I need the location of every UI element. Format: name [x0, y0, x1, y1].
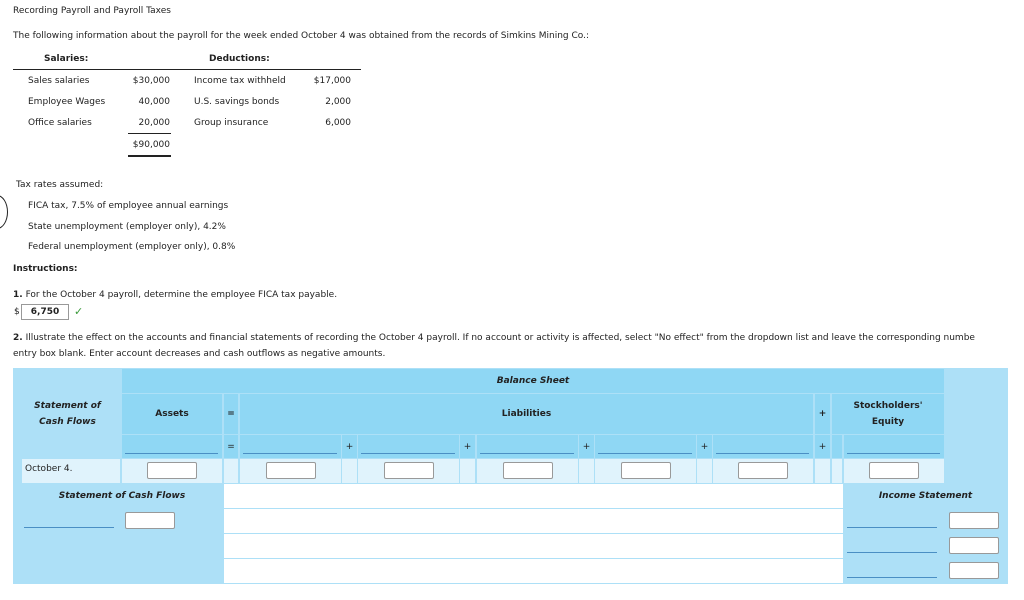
plus-sign: +: [342, 435, 357, 458]
plus-sign: +: [815, 394, 830, 434]
liability-account-dropdown[interactable]: [598, 453, 692, 454]
row-cell: [815, 459, 830, 483]
q2-text: Illustrate the effect on the accounts an…: [25, 333, 975, 343]
deduction-amount: 2,000: [325, 97, 351, 107]
row-label: October 4.: [22, 459, 120, 483]
plus-sign: +: [460, 435, 475, 458]
q2-text-line2: entry box blank. Enter account decreases…: [13, 349, 386, 359]
plus-sign: +: [697, 435, 712, 458]
liability-amount-input[interactable]: [620, 462, 671, 479]
salary-amount: $30,000: [132, 76, 170, 86]
plus-sign: +: [579, 435, 594, 458]
row-cell: [579, 459, 594, 483]
total-rule: [128, 155, 171, 157]
deduction-label: Group insurance: [194, 118, 269, 128]
is-account-dropdown[interactable]: [847, 577, 937, 578]
liability-account-dropdown[interactable]: [361, 453, 455, 454]
salary-label: Employee Wages: [28, 97, 106, 107]
header-rule: [13, 69, 361, 70]
row-cell: [224, 459, 238, 483]
plus-sign: +: [815, 435, 830, 458]
liability-amount-input[interactable]: [502, 462, 553, 479]
row-divider: [224, 508, 843, 509]
tax-rate: State unemployment (employer only), 4.2%: [28, 222, 226, 232]
salary-total: $90,000: [132, 140, 170, 150]
is-amount-input[interactable]: [949, 537, 999, 554]
q2-number: 2.: [13, 333, 23, 343]
column-header-cell: [477, 435, 578, 458]
salary-amount: 20,000: [138, 118, 171, 128]
salary-amount: 40,000: [138, 97, 171, 107]
column-header-cell: [358, 435, 459, 458]
row-divider: [224, 558, 843, 559]
is-account-dropdown[interactable]: [847, 552, 937, 553]
liability-amount-input[interactable]: [265, 462, 316, 479]
row-cell: [342, 459, 357, 483]
column-header-cell: [595, 435, 696, 458]
column-header-cell: [713, 435, 813, 458]
is-account-dropdown[interactable]: [847, 527, 937, 528]
scf-column-header: Statement of Cash Flows: [34, 400, 101, 427]
liability-amount-input[interactable]: [383, 462, 434, 479]
question-1: 1. For the October 4 payroll, determine …: [13, 290, 337, 300]
row-cell: [832, 459, 842, 483]
circle-mark: [0, 195, 8, 229]
q1-number: 1.: [13, 290, 23, 300]
intro-text: The following information about the payr…: [13, 31, 590, 41]
deduction-label: U.S. savings bonds: [194, 97, 280, 107]
check-icon: ✓: [74, 305, 84, 318]
equals-sign: =: [224, 435, 238, 458]
salary-label: Office salaries: [28, 118, 92, 128]
row-divider: [224, 533, 843, 534]
column-header-cell: [240, 435, 341, 458]
salary-label: Sales salaries: [28, 76, 90, 86]
currency-sign: $: [14, 307, 20, 317]
equals-sign: =: [224, 394, 238, 434]
deduction-amount: 6,000: [325, 118, 351, 128]
instructions-header: Instructions:: [13, 264, 78, 274]
equity-account-dropdown[interactable]: [847, 453, 940, 454]
column-header-cell: [844, 435, 944, 458]
scf-section-header: Statement of Cash Flows: [58, 491, 186, 501]
scf-amount-input[interactable]: [125, 512, 175, 529]
tax-rate: FICA tax, 7.5% of employee annual earnin…: [28, 201, 229, 211]
question-2: 2. Illustrate the effect on the accounts…: [13, 333, 975, 343]
liabilities-header: Liabilities: [240, 394, 813, 434]
subtotal-rule: [128, 133, 171, 134]
scf-activity-dropdown[interactable]: [24, 527, 114, 528]
column-header-cell: [832, 435, 842, 458]
is-amount-input[interactable]: [949, 512, 999, 529]
column-header-cell: [122, 435, 222, 458]
assets-header: Assets: [122, 394, 222, 434]
equity-header: Stockholders' Equity: [832, 394, 944, 434]
deduction-amount: $17,000: [313, 76, 351, 86]
liability-account-dropdown[interactable]: [716, 453, 809, 454]
liability-account-dropdown[interactable]: [243, 453, 337, 454]
deductions-header: Deductions:: [209, 54, 270, 64]
q1-text: For the October 4 payroll, determine the…: [25, 290, 338, 300]
assets-account-dropdown[interactable]: [125, 453, 218, 454]
tax-rates-header: Tax rates assumed:: [16, 180, 104, 190]
is-amount-input[interactable]: [949, 562, 999, 579]
assets-amount-input[interactable]: [147, 462, 197, 479]
salaries-header: Salaries:: [44, 54, 89, 64]
balance-sheet-header: Balance Sheet: [122, 369, 944, 393]
tax-rate: Federal unemployment (employer only), 0.…: [28, 242, 236, 252]
fica-answer-input[interactable]: 6,750: [21, 304, 69, 320]
row-cell: [460, 459, 475, 483]
income-statement-header: Income Statement: [878, 491, 973, 501]
liability-account-dropdown[interactable]: [480, 453, 574, 454]
page-title: Recording Payroll and Payroll Taxes: [13, 6, 171, 16]
equity-amount-input[interactable]: [869, 462, 919, 479]
deduction-label: Income tax withheld: [194, 76, 286, 86]
row-cell: [697, 459, 712, 483]
liability-amount-input[interactable]: [738, 462, 788, 479]
